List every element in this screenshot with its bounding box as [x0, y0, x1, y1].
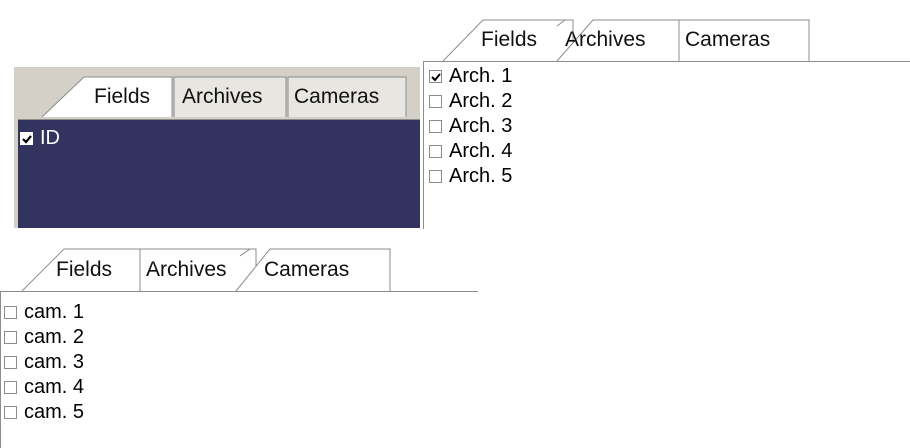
checkbox-cam-3[interactable]	[4, 356, 17, 369]
archives-list: Arch. 1 Arch. 2 Arch. 3 Arch. 4 Arch. 5	[427, 64, 907, 229]
checkbox-id[interactable]	[20, 132, 33, 145]
tab-cameras[interactable]: Cameras	[258, 250, 390, 292]
list-left-border	[423, 61, 424, 229]
tab-archives-label: Archives	[182, 85, 263, 108]
tab-archives[interactable]: Archives	[174, 77, 286, 119]
checkbox-arch-1[interactable]	[429, 70, 442, 83]
tab-cameras[interactable]: Cameras	[288, 77, 406, 119]
cameras-list: cam. 1 cam. 2 cam. 3 cam. 4 cam. 5	[2, 300, 472, 448]
list-item-cam-3[interactable]: cam. 3	[2, 350, 202, 375]
checkbox-arch-2[interactable]	[429, 95, 442, 108]
item-label: Arch. 2	[449, 90, 513, 112]
checkbox-arch-5[interactable]	[429, 170, 442, 183]
tab-cameras[interactable]: Cameras	[681, 20, 809, 62]
tab-cameras-label: Cameras	[294, 85, 380, 108]
tab-cameras-label: Cameras	[685, 28, 771, 51]
list-item-id[interactable]: ID	[18, 126, 218, 151]
tab-fields-label: Fields	[481, 28, 538, 51]
item-label: Arch. 1	[449, 65, 513, 87]
tab-archives-label: Archives	[146, 258, 227, 281]
list-item-arch-2[interactable]: Arch. 2	[427, 89, 627, 114]
item-label: ID	[40, 127, 60, 149]
item-label: cam. 2	[24, 326, 85, 348]
fields-panel: Fields Archives Cameras ID	[14, 67, 420, 228]
list-item-cam-2[interactable]: cam. 2	[2, 325, 202, 350]
list-item-arch-4[interactable]: Arch. 4	[427, 139, 627, 164]
checkbox-cam-1[interactable]	[4, 306, 17, 319]
item-label: cam. 5	[24, 401, 85, 423]
checkbox-cam-5[interactable]	[4, 406, 17, 419]
fields-list: ID	[18, 119, 420, 228]
item-label: Arch. 4	[449, 140, 513, 162]
tab-archives[interactable]: Archives	[140, 250, 242, 292]
tab-fields[interactable]: Fields	[40, 250, 140, 292]
item-label: cam. 1	[24, 301, 85, 323]
item-label: Arch. 3	[449, 115, 513, 137]
tab-archives-label: Archives	[565, 28, 646, 51]
list-item-cam-4[interactable]: cam. 4	[2, 375, 202, 400]
tab-fields[interactable]: Fields	[44, 77, 172, 119]
tab-separator	[0, 291, 478, 292]
checkbox-arch-4[interactable]	[429, 145, 442, 158]
item-label: Arch. 5	[449, 165, 513, 187]
checkbox-cam-4[interactable]	[4, 381, 17, 394]
checkbox-arch-3[interactable]	[429, 120, 442, 133]
list-item-arch-5[interactable]: Arch. 5	[427, 164, 627, 189]
checkbox-cam-2[interactable]	[4, 331, 17, 344]
list-item-cam-5[interactable]: cam. 5	[2, 400, 202, 425]
tab-separator	[423, 61, 910, 62]
list-item-arch-1[interactable]: Arch. 1	[427, 64, 627, 89]
tab-fields-label: Fields	[56, 258, 113, 281]
item-label: cam. 4	[24, 376, 85, 398]
list-item-cam-1[interactable]: cam. 1	[2, 300, 202, 325]
tab-cameras-label: Cameras	[264, 258, 350, 281]
checkmark-icon	[431, 73, 441, 82]
tab-fields-label: Fields	[94, 85, 151, 108]
tab-archives[interactable]: Archives	[563, 20, 679, 62]
checkmark-icon	[22, 135, 32, 144]
list-item-arch-3[interactable]: Arch. 3	[427, 114, 627, 139]
cameras-panel: Fields Archives Cameras cam. 1 cam. 2 ca…	[0, 238, 478, 448]
archives-panel: Fields Archives Cameras Arch. 1 Arch. 2 …	[423, 12, 910, 229]
item-label: cam. 3	[24, 351, 85, 373]
list-left-border	[0, 291, 1, 448]
tab-fields[interactable]: Fields	[463, 20, 563, 62]
